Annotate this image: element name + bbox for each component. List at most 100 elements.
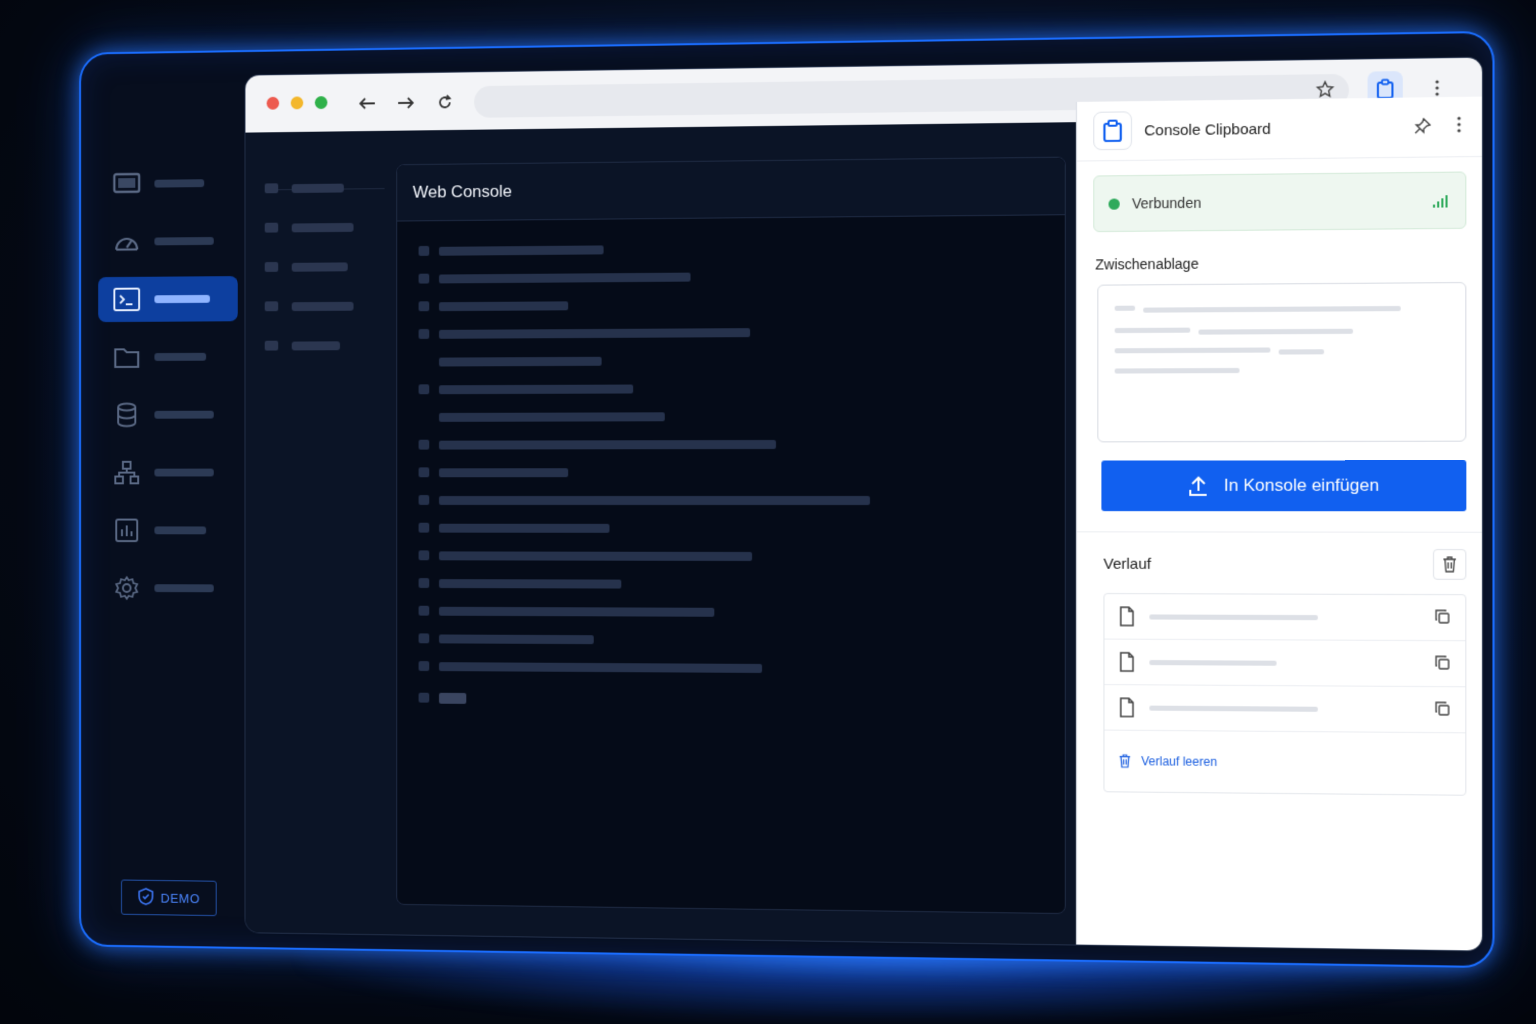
device-frame: DEMO Web Console Console Clipboard Verbu… (79, 30, 1495, 969)
sidepanel-item[interactable] (264, 261, 385, 272)
prompt-line (418, 689, 870, 710)
log-line (418, 602, 870, 622)
arrow-right-icon (397, 96, 414, 110)
file-icon (1119, 697, 1135, 717)
maximize-window-button[interactable] (314, 96, 328, 110)
clear-history-label: Verlauf leeren (1141, 754, 1218, 769)
extension-title: Console Clipboard (1144, 120, 1271, 140)
copy-icon (1434, 608, 1451, 624)
rail-item-database[interactable] (98, 392, 238, 437)
rail-item-label (154, 468, 214, 477)
copy-button[interactable] (1434, 608, 1451, 630)
reload-button[interactable] (431, 88, 458, 116)
sidepanel-item[interactable] (264, 301, 385, 312)
nav-buttons (354, 88, 459, 117)
forward-button[interactable] (392, 89, 419, 117)
nav-rail (98, 160, 238, 624)
shield-icon (138, 887, 153, 908)
copy-icon (1434, 654, 1451, 670)
log-line (418, 491, 870, 509)
minimize-window-button[interactable] (290, 96, 304, 110)
rail-item-label (154, 179, 205, 188)
trash-icon (1119, 754, 1131, 768)
pin-icon (1414, 118, 1431, 135)
history-list: Verlauf leeren (1103, 593, 1467, 796)
log-line (419, 407, 870, 426)
log-line (418, 519, 870, 537)
paste-to-console-button[interactable]: In Konsole einfügen (1101, 460, 1467, 512)
copy-button[interactable] (1434, 700, 1451, 722)
rail-item-label (154, 237, 214, 246)
clipboard-icon (1102, 119, 1122, 144)
section-divider (1076, 531, 1483, 533)
folder-icon (112, 342, 141, 371)
rail-item-settings[interactable] (98, 565, 238, 610)
database-icon (112, 400, 141, 429)
pin-button[interactable] (1414, 118, 1431, 140)
history-item[interactable] (1104, 639, 1466, 688)
rail-item-dashboard[interactable] (98, 218, 238, 264)
history-item[interactable] (1104, 594, 1466, 642)
network-icon (112, 458, 141, 487)
rail-item-monitor[interactable] (98, 160, 238, 207)
rail-item-console[interactable] (98, 276, 238, 323)
more-vertical-icon (1457, 116, 1461, 133)
extension-popup: Console Clipboard Verbunden Zwischenabla… (1075, 96, 1483, 951)
log-line (418, 379, 870, 399)
sidepanel-item[interactable] (264, 182, 385, 194)
gear-icon (112, 573, 141, 602)
copy-button[interactable] (1434, 654, 1451, 676)
browser-window: Web Console Console Clipboard Verbunden … (245, 57, 1483, 951)
connection-status: Verbunden (1093, 171, 1467, 233)
log-line (418, 294, 870, 315)
log-line (418, 657, 870, 677)
log-line (418, 238, 870, 260)
terminal-icon (112, 285, 141, 315)
log-line (418, 435, 870, 454)
back-button[interactable] (354, 89, 381, 117)
rail-item-label (154, 410, 214, 419)
web-console-panel: Web Console (396, 156, 1066, 915)
clipboard-content[interactable] (1097, 282, 1467, 443)
popup-menu-button[interactable] (1456, 115, 1462, 137)
page-sidepanel (264, 182, 385, 380)
console-title: Web Console (412, 181, 513, 202)
window-controls (266, 96, 328, 110)
close-window-button[interactable] (266, 96, 280, 110)
demo-badge: DEMO (121, 879, 217, 917)
history-item[interactable] (1104, 685, 1466, 734)
reload-icon (437, 94, 453, 110)
rail-item-files[interactable] (98, 334, 238, 380)
delete-history-button[interactable] (1432, 549, 1467, 580)
log-line (418, 322, 870, 342)
more-vertical-icon (1435, 80, 1439, 96)
upload-icon (1187, 475, 1210, 497)
rail-item-label (154, 526, 207, 535)
copy-icon (1434, 700, 1451, 716)
rail-item-reports[interactable] (98, 508, 238, 553)
clipboard-icon (1376, 78, 1395, 99)
history-header: Verlauf (1103, 549, 1467, 580)
rail-item-label (154, 584, 214, 593)
arrow-left-icon (358, 96, 375, 110)
chart-icon (112, 516, 141, 545)
rail-item-network[interactable] (98, 450, 238, 495)
log-line (418, 629, 870, 649)
file-icon (1119, 652, 1135, 672)
console-output[interactable] (418, 238, 870, 720)
clear-history-link[interactable]: Verlauf leeren (1104, 731, 1465, 795)
log-line (418, 463, 870, 481)
log-line (418, 546, 870, 565)
file-icon (1119, 606, 1135, 626)
star-icon (1316, 80, 1335, 99)
rail-item-label (154, 294, 210, 304)
demo-label: DEMO (160, 890, 200, 906)
sidepanel-item[interactable] (264, 222, 385, 233)
sidepanel-item[interactable] (264, 340, 385, 351)
status-dot (1108, 197, 1120, 210)
log-line (418, 266, 870, 287)
rail-item-label (154, 352, 207, 361)
gauge-icon (112, 227, 141, 257)
signal-icon (1432, 193, 1451, 213)
log-line (418, 574, 870, 593)
